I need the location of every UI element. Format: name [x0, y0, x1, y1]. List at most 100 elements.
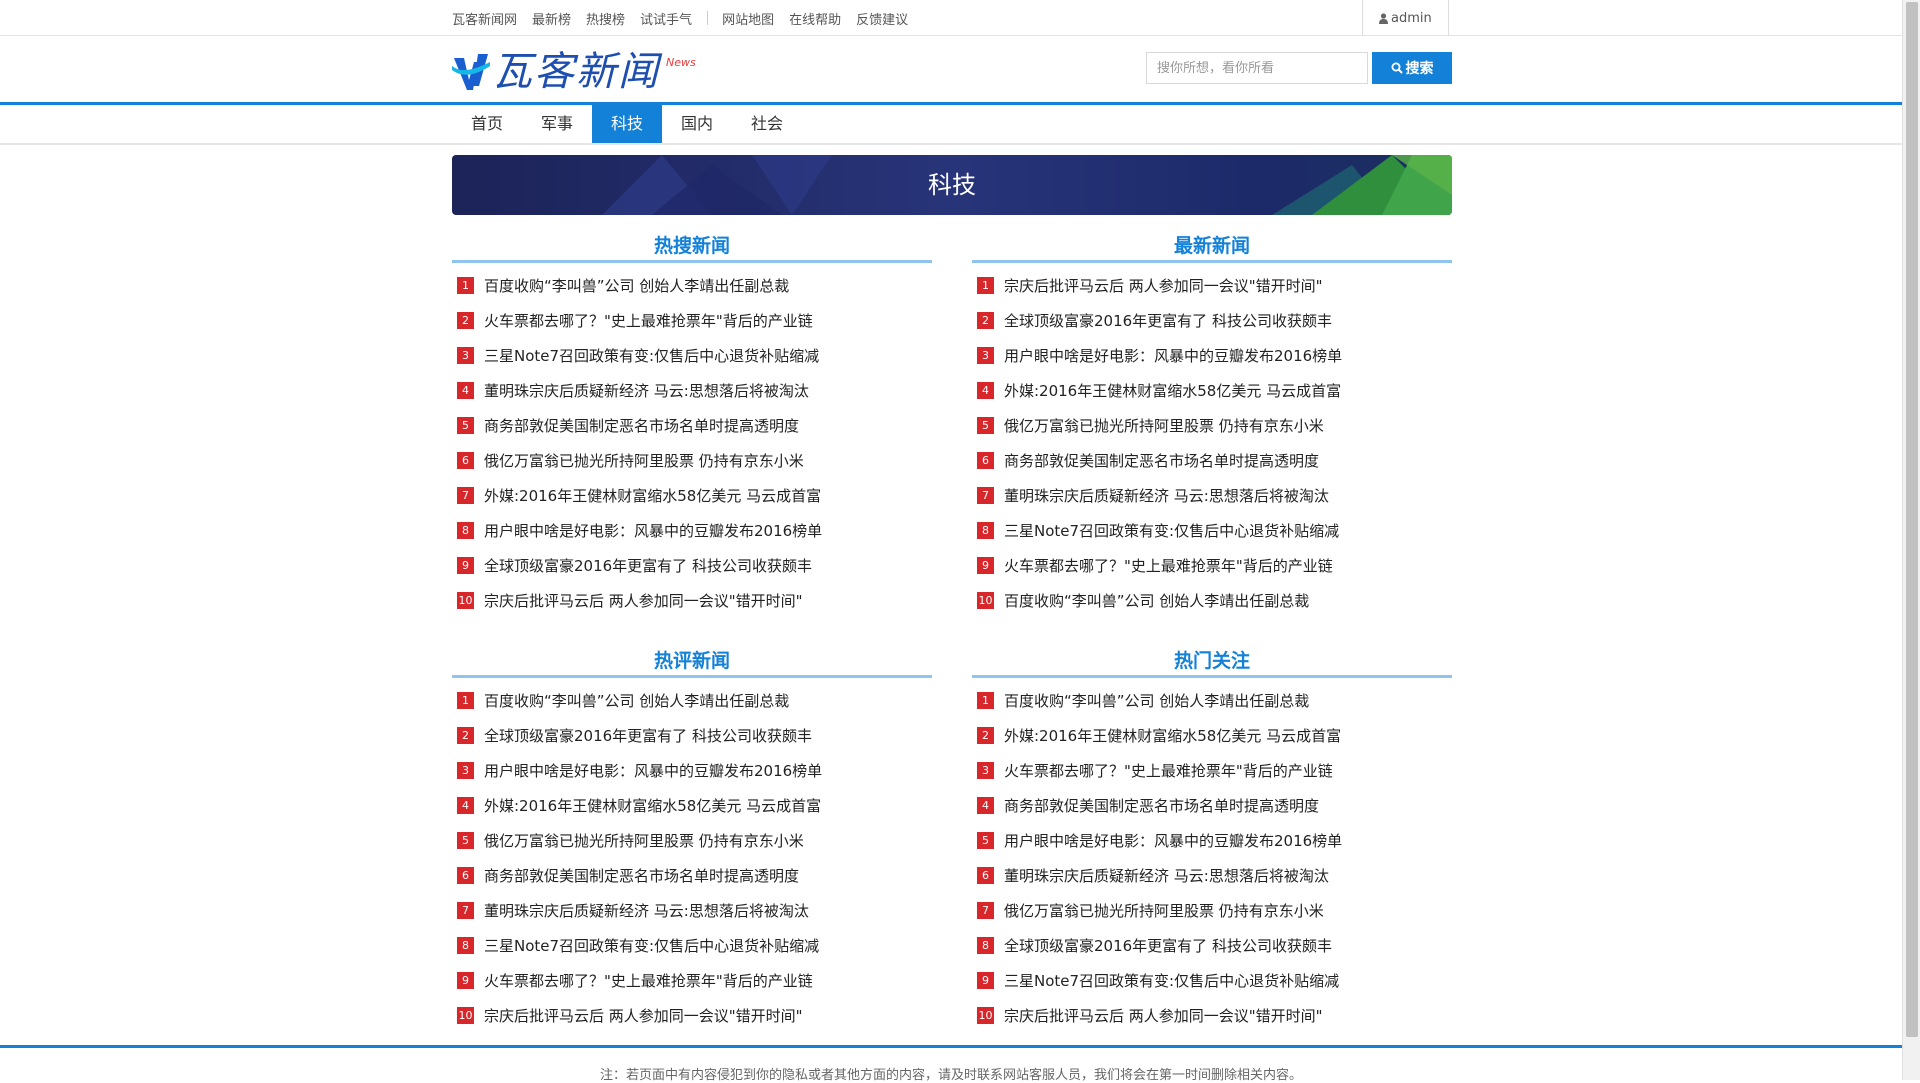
news-title[interactable]: 百度收购“李叫兽”公司 创始人李靖出任副总裁 — [484, 690, 789, 711]
news-item[interactable]: 10 宗庆后批评马云后 两人参加同一会议"错开时间" — [452, 583, 932, 618]
news-item[interactable]: 3 三星Note7召回政策有变:仅售后中心退货补贴缩减 — [452, 338, 932, 373]
top-link-sitemap[interactable]: 网站地图 — [722, 9, 774, 28]
news-item[interactable]: 9 火车票都去哪了？"史上最难抢票年"背后的产业链 — [452, 963, 932, 998]
news-item[interactable]: 6 俄亿万富翁已抛光所持阿里股票 仍持有京东小米 — [452, 443, 932, 478]
news-item[interactable]: 1 百度收购“李叫兽”公司 创始人李靖出任副总裁 — [972, 683, 1452, 718]
news-title[interactable]: 三星Note7召回政策有变:仅售后中心退货补贴缩减 — [1004, 520, 1339, 541]
news-title[interactable]: 三星Note7召回政策有变:仅售后中心退货补贴缩减 — [484, 345, 819, 366]
news-item[interactable]: 7 俄亿万富翁已抛光所持阿里股票 仍持有京东小米 — [972, 893, 1452, 928]
news-item[interactable]: 2 外媒:2016年王健林财富缩水58亿美元 马云成首富 — [972, 718, 1452, 753]
news-item[interactable]: 6 商务部敦促美国制定恶名市场名单时提高透明度 — [972, 443, 1452, 478]
news-title[interactable]: 外媒:2016年王健林财富缩水58亿美元 马云成首富 — [484, 485, 821, 506]
news-title[interactable]: 百度收购“李叫兽”公司 创始人李靖出任副总裁 — [484, 275, 789, 296]
top-link-random[interactable]: 试试手气 — [640, 9, 692, 28]
news-title[interactable]: 用户眼中啥是好电影：风暴中的豆瓣发布2016榜单 — [484, 760, 822, 781]
news-item[interactable]: 2 全球顶级富豪2016年更富有了 科技公司收获颇丰 — [452, 718, 932, 753]
news-title[interactable]: 宗庆后批评马云后 两人参加同一会议"错开时间" — [1004, 1005, 1323, 1026]
news-title[interactable]: 全球顶级富豪2016年更富有了 科技公司收获颇丰 — [484, 555, 812, 576]
news-item[interactable]: 3 火车票都去哪了？"史上最难抢票年"背后的产业链 — [972, 753, 1452, 788]
search-input[interactable] — [1146, 52, 1368, 84]
news-title[interactable]: 俄亿万富翁已抛光所持阿里股票 仍持有京东小米 — [1004, 415, 1324, 436]
news-title[interactable]: 俄亿万富翁已抛光所持阿里股票 仍持有京东小米 — [484, 830, 804, 851]
news-item[interactable]: 4 外媒:2016年王健林财富缩水58亿美元 马云成首富 — [972, 373, 1452, 408]
top-link-help[interactable]: 在线帮助 — [789, 9, 841, 28]
news-item[interactable]: 9 三星Note7召回政策有变:仅售后中心退货补贴缩减 — [972, 963, 1452, 998]
news-title[interactable]: 商务部敦促美国制定恶名市场名单时提高透明度 — [484, 865, 799, 886]
news-item[interactable]: 10 宗庆后批评马云后 两人参加同一会议"错开时间" — [972, 998, 1452, 1033]
nav-item-tech[interactable]: 科技 — [592, 105, 662, 143]
top-link-feedback[interactable]: 反馈建议 — [856, 9, 908, 28]
nav-item-military[interactable]: 军事 — [522, 105, 592, 143]
news-item[interactable]: 3 用户眼中啥是好电影：风暴中的豆瓣发布2016榜单 — [452, 753, 932, 788]
news-title[interactable]: 三星Note7召回政策有变:仅售后中心退货补贴缩减 — [484, 935, 819, 956]
news-title[interactable]: 宗庆后批评马云后 两人参加同一会议"错开时间" — [484, 1005, 803, 1026]
news-title[interactable]: 火车票都去哪了？"史上最难抢票年"背后的产业链 — [1004, 555, 1333, 576]
news-item[interactable]: 3 用户眼中啥是好电影：风暴中的豆瓣发布2016榜单 — [972, 338, 1452, 373]
news-item[interactable]: 4 外媒:2016年王健林财富缩水58亿美元 马云成首富 — [452, 788, 932, 823]
news-title[interactable]: 火车票都去哪了？"史上最难抢票年"背后的产业链 — [1004, 760, 1333, 781]
top-link-hot[interactable]: 热搜榜 — [586, 9, 625, 28]
news-item[interactable]: 7 董明珠宗庆后质疑新经济 马云:思想落后将被淘汰 — [972, 478, 1452, 513]
section-popular: 热门关注 1 百度收购“李叫兽”公司 创始人李靖出任副总裁 2 外媒:2016年王健林… — [972, 645, 1452, 1033]
news-item[interactable]: 1 百度收购“李叫兽”公司 创始人李靖出任副总裁 — [452, 268, 932, 303]
news-item[interactable]: 7 外媒:2016年王健林财富缩水58亿美元 马云成首富 — [452, 478, 932, 513]
news-title[interactable]: 用户眼中啥是好电影：风暴中的豆瓣发布2016榜单 — [1004, 830, 1342, 851]
news-item[interactable]: 8 三星Note7召回政策有变:仅售后中心退货补贴缩减 — [972, 513, 1452, 548]
news-title[interactable]: 全球顶级富豪2016年更富有了 科技公司收获颇丰 — [1004, 310, 1332, 331]
search-button[interactable]: 搜索 — [1372, 52, 1452, 84]
news-item[interactable]: 1 宗庆后批评马云后 两人参加同一会议"错开时间" — [972, 268, 1452, 303]
nav-item-society[interactable]: 社会 — [732, 105, 802, 143]
news-item[interactable]: 4 董明珠宗庆后质疑新经济 马云:思想落后将被淘汰 — [452, 373, 932, 408]
site-logo[interactable]: 瓦客新闻 News — [452, 44, 696, 96]
news-title[interactable]: 全球顶级富豪2016年更富有了 科技公司收获颇丰 — [1004, 935, 1332, 956]
news-title[interactable]: 百度收购“李叫兽”公司 创始人李靖出任副总裁 — [1004, 590, 1309, 611]
news-title[interactable]: 外媒:2016年王健林财富缩水58亿美元 马云成首富 — [1004, 380, 1341, 401]
news-title[interactable]: 商务部敦促美国制定恶名市场名单时提高透明度 — [1004, 795, 1319, 816]
news-item[interactable]: 8 用户眼中啥是好电影：风暴中的豆瓣发布2016榜单 — [452, 513, 932, 548]
news-title[interactable]: 三星Note7召回政策有变:仅售后中心退货补贴缩减 — [1004, 970, 1339, 991]
news-title[interactable]: 外媒:2016年王健林财富缩水58亿美元 马云成首富 — [1004, 725, 1341, 746]
top-link-home[interactable]: 瓦客新闻网 — [452, 9, 517, 28]
page-scrollbar[interactable] — [1902, 0, 1920, 1080]
news-title[interactable]: 用户眼中啥是好电影：风暴中的豆瓣发布2016榜单 — [484, 520, 822, 541]
news-title[interactable]: 商务部敦促美国制定恶名市场名单时提高透明度 — [1004, 450, 1319, 471]
rank-badge: 4 — [977, 382, 994, 399]
news-title[interactable]: 商务部敦促美国制定恶名市场名单时提高透明度 — [484, 415, 799, 436]
nav-item-domestic[interactable]: 国内 — [662, 105, 732, 143]
news-item[interactable]: 8 三星Note7召回政策有变:仅售后中心退货补贴缩减 — [452, 928, 932, 963]
news-item[interactable]: 5 用户眼中啥是好电影：风暴中的豆瓣发布2016榜单 — [972, 823, 1452, 858]
news-title[interactable]: 董明珠宗庆后质疑新经济 马云:思想落后将被淘汰 — [484, 380, 809, 401]
scrollbar-thumb[interactable] — [1906, 2, 1918, 1037]
news-title[interactable]: 董明珠宗庆后质疑新经济 马云:思想落后将被淘汰 — [484, 900, 809, 921]
news-item[interactable]: 10 百度收购“李叫兽”公司 创始人李靖出任副总裁 — [972, 583, 1452, 618]
news-item[interactable]: 4 商务部敦促美国制定恶名市场名单时提高透明度 — [972, 788, 1452, 823]
news-title[interactable]: 火车票都去哪了？"史上最难抢票年"背后的产业链 — [484, 970, 813, 991]
news-title[interactable]: 俄亿万富翁已抛光所持阿里股票 仍持有京东小米 — [1004, 900, 1324, 921]
news-title[interactable]: 董明珠宗庆后质疑新经济 马云:思想落后将被淘汰 — [1004, 485, 1329, 506]
news-title[interactable]: 俄亿万富翁已抛光所持阿里股票 仍持有京东小米 — [484, 450, 804, 471]
news-item[interactable]: 5 商务部敦促美国制定恶名市场名单时提高透明度 — [452, 408, 932, 443]
news-title[interactable]: 火车票都去哪了？"史上最难抢票年"背后的产业链 — [484, 310, 813, 331]
nav-item-home[interactable]: 首页 — [452, 105, 522, 143]
news-item[interactable]: 5 俄亿万富翁已抛光所持阿里股票 仍持有京东小米 — [972, 408, 1452, 443]
news-title[interactable]: 百度收购“李叫兽”公司 创始人李靖出任副总裁 — [1004, 690, 1309, 711]
news-item[interactable]: 6 商务部敦促美国制定恶名市场名单时提高透明度 — [452, 858, 932, 893]
top-link-latest[interactable]: 最新榜 — [532, 9, 571, 28]
news-title[interactable]: 用户眼中啥是好电影：风暴中的豆瓣发布2016榜单 — [1004, 345, 1342, 366]
news-title[interactable]: 全球顶级富豪2016年更富有了 科技公司收获颇丰 — [484, 725, 812, 746]
news-item[interactable]: 9 火车票都去哪了？"史上最难抢票年"背后的产业链 — [972, 548, 1452, 583]
news-title[interactable]: 宗庆后批评马云后 两人参加同一会议"错开时间" — [484, 590, 803, 611]
news-item[interactable]: 7 董明珠宗庆后质疑新经济 马云:思想落后将被淘汰 — [452, 893, 932, 928]
news-item[interactable]: 9 全球顶级富豪2016年更富有了 科技公司收获颇丰 — [452, 548, 932, 583]
news-item[interactable]: 6 董明珠宗庆后质疑新经济 马云:思想落后将被淘汰 — [972, 858, 1452, 893]
news-item[interactable]: 2 全球顶级富豪2016年更富有了 科技公司收获颇丰 — [972, 303, 1452, 338]
news-item[interactable]: 8 全球顶级富豪2016年更富有了 科技公司收获颇丰 — [972, 928, 1452, 963]
news-title[interactable]: 宗庆后批评马云后 两人参加同一会议"错开时间" — [1004, 275, 1323, 296]
news-title[interactable]: 董明珠宗庆后质疑新经济 马云:思想落后将被淘汰 — [1004, 865, 1329, 886]
news-title[interactable]: 外媒:2016年王健林财富缩水58亿美元 马云成首富 — [484, 795, 821, 816]
user-menu[interactable]: admin — [1362, 0, 1449, 36]
news-item[interactable]: 10 宗庆后批评马云后 两人参加同一会议"错开时间" — [452, 998, 932, 1033]
news-item[interactable]: 1 百度收购“李叫兽”公司 创始人李靖出任副总裁 — [452, 683, 932, 718]
news-item[interactable]: 5 俄亿万富翁已抛光所持阿里股票 仍持有京东小米 — [452, 823, 932, 858]
news-item[interactable]: 2 火车票都去哪了？"史上最难抢票年"背后的产业链 — [452, 303, 932, 338]
